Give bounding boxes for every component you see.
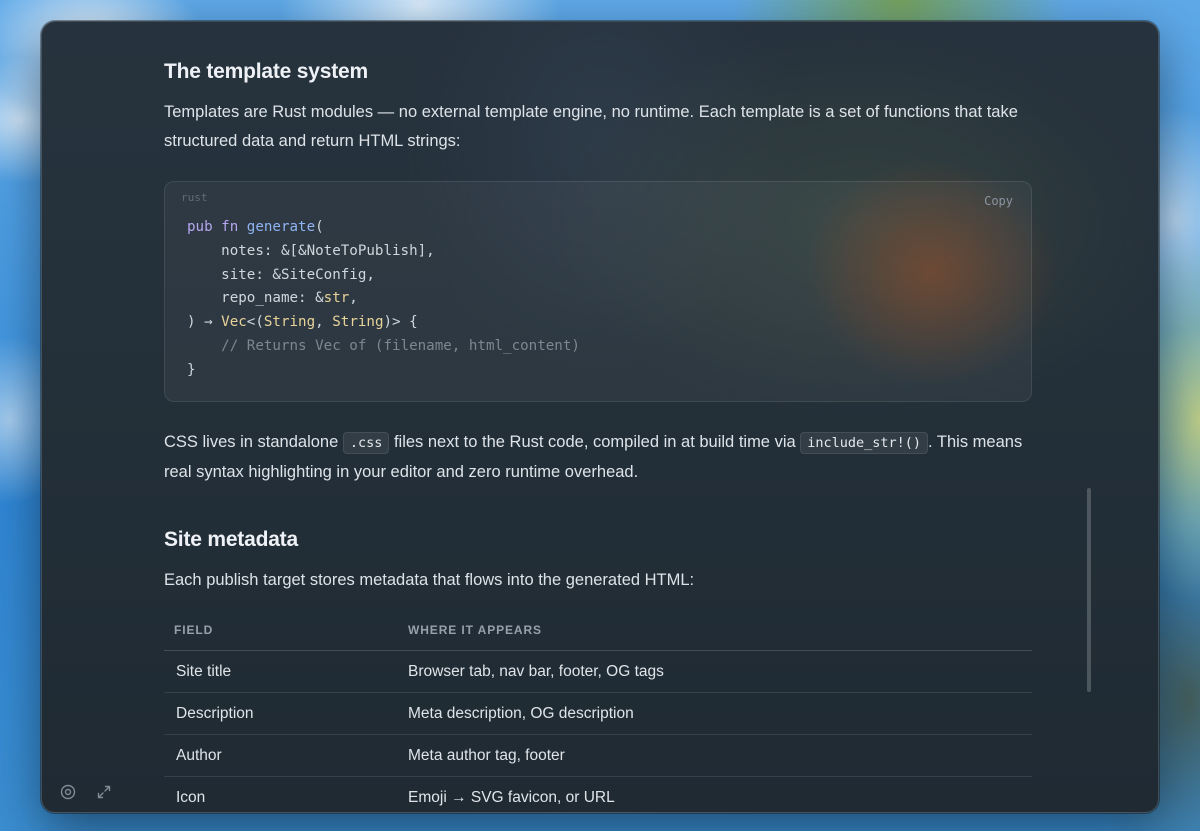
template-paragraph: Templates are Rust modules — no external… — [164, 103, 1018, 150]
code-line: site: &SiteConfig, — [187, 264, 580, 288]
code-line: notes: &[&NoteToPublish], — [187, 240, 580, 264]
code-token: , — [315, 314, 333, 331]
css-text-1: CSS lives in standalone — [164, 433, 343, 451]
code-token: notes: &[&NoteToPublish], — [187, 242, 435, 259]
code-token: ( — [315, 219, 324, 235]
code-token: generate — [246, 219, 316, 235]
css-text-2: files next to the Rust code, compiled in… — [389, 433, 801, 451]
code-line: // Returns Vec of (filename, html_conten… — [187, 335, 580, 359]
table-cell-appears: Browser tab, nav bar, footer, OG tags — [398, 650, 1032, 693]
site-paragraph: Each publish target stores metadata that… — [164, 571, 695, 589]
inline-code-include-str: include_str!() — [800, 432, 929, 454]
code-token: <( — [246, 314, 264, 331]
copy-button[interactable]: Copy — [984, 194, 1013, 208]
code-token: )> { — [383, 314, 418, 331]
expand-icon[interactable] — [96, 784, 112, 800]
app-window: The template system Templates are Rust m… — [41, 21, 1159, 813]
code-token: pub — [187, 219, 222, 235]
code-line: ) → Vec<(String, String)> { — [187, 311, 580, 335]
inline-code-css: .css — [342, 432, 390, 454]
table-row: Site title Browser tab, nav bar, footer,… — [164, 650, 1032, 693]
code-content: pub fn generate( notes: &[&NoteToPublish… — [187, 216, 580, 383]
code-language-label: rust — [181, 191, 208, 204]
table-cell-field: Site title — [164, 650, 398, 693]
code-block: rust Copy pub fn generate( notes: &[&Not… — [164, 181, 1032, 402]
column-header-field: FIELD — [164, 620, 398, 651]
table-row: Author Meta author tag, footer — [164, 734, 1032, 777]
target-icon[interactable] — [60, 784, 76, 800]
scrollbar[interactable] — [1087, 488, 1091, 692]
table-cell-field: Description — [164, 692, 398, 735]
code-token: repo_name: & — [187, 290, 324, 307]
code-token: String — [263, 314, 316, 331]
code-token: String — [332, 314, 384, 331]
code-line: pub fn generate( — [187, 216, 580, 240]
table-cell-appears: Meta description, OG description — [398, 692, 1032, 735]
code-token: site: &SiteConfig, — [187, 266, 375, 283]
table-cell-appears: Meta author tag, footer — [398, 734, 1032, 777]
table-cell-field: Author — [164, 734, 398, 777]
code-token: , — [349, 290, 358, 307]
bottom-toolbar — [60, 784, 112, 800]
table-header-row: FIELD WHERE IT APPEARS — [164, 620, 1032, 651]
section-heading-site-metadata: Site metadata — [164, 528, 298, 551]
code-token: fn — [221, 219, 247, 235]
metadata-table: FIELD WHERE IT APPEARS Site title Browse… — [164, 620, 1032, 812]
code-token: Vec — [221, 314, 247, 331]
css-paragraph: CSS lives in standalone .css files next … — [164, 428, 1032, 487]
code-token: } — [187, 361, 196, 378]
code-token: ) → — [187, 314, 222, 331]
column-header-where-it-appears: WHERE IT APPEARS — [398, 620, 1032, 651]
code-line: repo_name: &str, — [187, 287, 580, 311]
code-line: } — [187, 359, 580, 383]
section-heading-template-system: The template system — [164, 60, 368, 83]
table-cell-field: Icon — [164, 776, 398, 812]
table-row: Description Meta description, OG descrip… — [164, 692, 1032, 735]
code-token: str — [323, 290, 350, 307]
table-cell-appears: Emoji → SVG favicon, or URL — [398, 776, 1032, 812]
table-row: Icon Emoji → SVG favicon, or URL — [164, 776, 1032, 812]
code-token: // Returns Vec of (filename, html_conten… — [187, 337, 580, 354]
